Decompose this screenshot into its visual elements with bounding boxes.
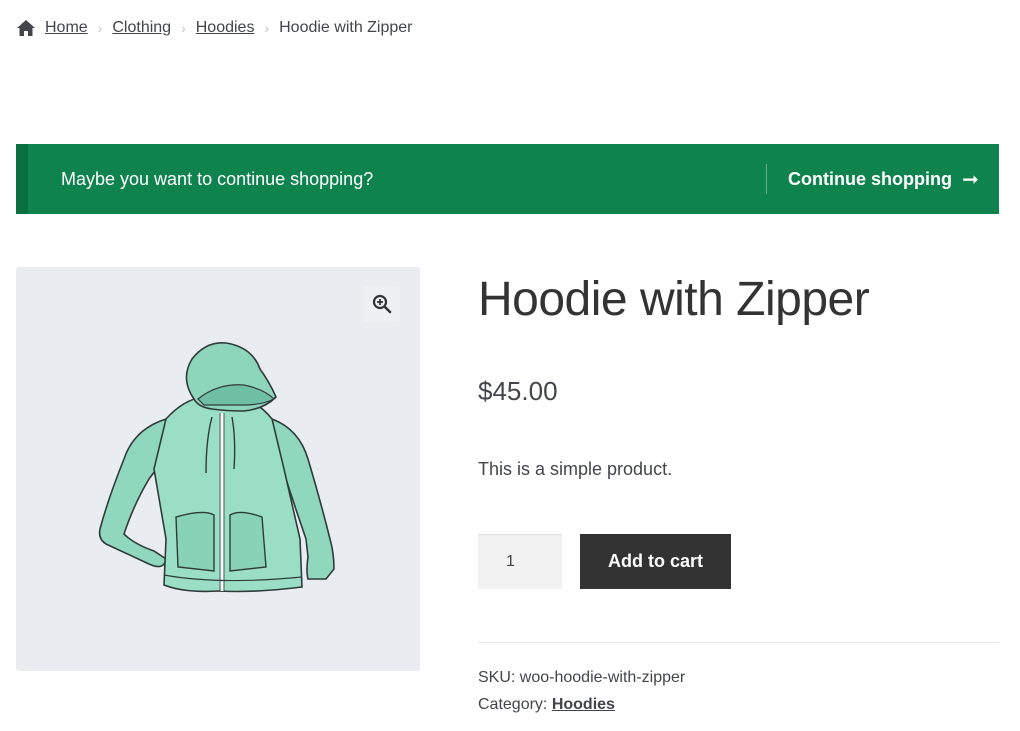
home-icon[interactable]	[16, 19, 36, 37]
sku-row: SKU: woo-hoodie-with-zipper	[478, 664, 685, 691]
arrow-right-icon: ➞	[961, 168, 979, 191]
breadcrumb: Home › Clothing › Hoodies › Hoodie with …	[16, 16, 413, 40]
breadcrumb-home-link[interactable]: Home	[45, 19, 88, 37]
product-description: This is a simple product.	[478, 459, 673, 479]
product-meta: SKU: woo-hoodie-with-zipper Category: Ho…	[478, 664, 685, 718]
breadcrumb-current: Hoodie with Zipper	[279, 19, 413, 36]
category-label: Category:	[478, 696, 548, 713]
product-price: $45.00	[478, 376, 558, 406]
continue-shopping-button[interactable]: Continue shopping ➞	[788, 144, 979, 214]
product-gallery	[16, 267, 420, 671]
meta-divider	[478, 642, 999, 643]
hoodie-with-zipper-image[interactable]	[94, 339, 344, 595]
breadcrumb-separator: ›	[181, 20, 186, 36]
breadcrumb-separator: ›	[97, 20, 103, 36]
notice-divider	[766, 164, 767, 194]
category-row: Category: Hoodies	[478, 691, 685, 718]
quantity-input[interactable]	[478, 534, 562, 589]
breadcrumb-clothing-link[interactable]: Clothing	[112, 19, 171, 37]
notice-message: Maybe you want to continue shopping?	[61, 168, 374, 189]
sku-label: SKU:	[478, 669, 516, 686]
category-link[interactable]: Hoodies	[552, 696, 615, 713]
product-title: Hoodie with Zipper	[478, 273, 870, 326]
sku-value: woo-hoodie-with-zipper	[519, 669, 686, 686]
continue-shopping-label: Continue shopping	[788, 168, 952, 189]
continue-shopping-notice: Maybe you want to continue shopping? Con…	[16, 144, 999, 214]
zoom-in-icon[interactable]	[364, 286, 400, 322]
breadcrumb-hoodies-link[interactable]: Hoodies	[196, 19, 255, 37]
add-to-cart-button[interactable]: Add to cart	[580, 534, 731, 589]
breadcrumb-separator: ›	[264, 20, 270, 36]
